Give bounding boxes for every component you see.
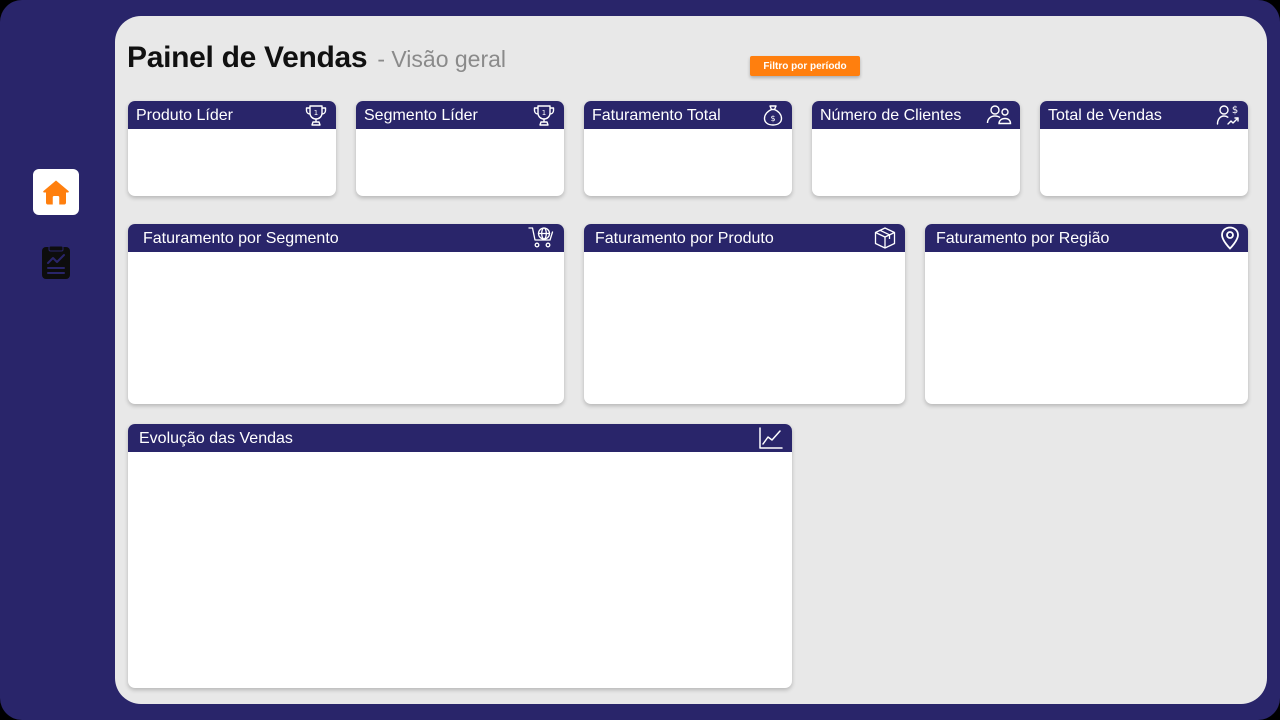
nav-home-button[interactable] bbox=[33, 169, 79, 215]
kpi-card-produto-lider: Produto Líder 1 bbox=[128, 101, 336, 196]
app-frame: Painel de Vendas - Visão geral Filtro po… bbox=[0, 0, 1280, 720]
card-body bbox=[584, 129, 792, 196]
trophy-icon: 1 bbox=[533, 105, 555, 126]
card-body bbox=[925, 252, 1248, 404]
card-title: Produto Líder bbox=[136, 107, 233, 124]
card-title: Faturamento Total bbox=[592, 107, 721, 124]
card-body bbox=[128, 129, 336, 196]
svg-text:1: 1 bbox=[542, 109, 546, 117]
trophy-icon: 1 bbox=[305, 105, 327, 126]
kpi-card-total-vendas: Total de Vendas $ bbox=[1040, 101, 1248, 196]
card-title: Número de Clientes bbox=[820, 107, 962, 124]
page-title: Painel de Vendas bbox=[127, 41, 368, 74]
page-header: Painel de Vendas - Visão geral bbox=[127, 41, 506, 75]
location-pin-icon bbox=[1221, 226, 1239, 250]
home-icon bbox=[43, 180, 69, 205]
card-title: Faturamento por Segmento bbox=[143, 230, 339, 247]
card-title: Faturamento por Produto bbox=[595, 230, 774, 247]
card-header: Segmento Líder 1 bbox=[356, 101, 564, 129]
money-bag-icon: $ bbox=[763, 105, 783, 126]
panel-faturamento-regiao: Faturamento por Região bbox=[925, 224, 1248, 404]
panel-evolucao-vendas: Evolução das Vendas bbox=[128, 424, 792, 688]
cart-globe-icon bbox=[528, 227, 554, 248]
kpi-card-segmento-lider: Segmento Líder 1 bbox=[356, 101, 564, 196]
card-header: Número de Clientes bbox=[812, 101, 1020, 129]
report-canvas: Painel de Vendas - Visão geral Filtro po… bbox=[115, 16, 1267, 704]
package-icon bbox=[874, 227, 896, 249]
report-icon bbox=[42, 246, 70, 279]
nav-report-button[interactable] bbox=[36, 243, 76, 283]
line-chart-icon bbox=[759, 427, 783, 449]
card-header: Total de Vendas $ bbox=[1040, 101, 1248, 129]
card-body bbox=[584, 252, 905, 404]
card-body bbox=[128, 252, 564, 404]
page-subtitle: - Visão geral bbox=[377, 46, 507, 72]
card-body bbox=[128, 452, 792, 688]
svg-text:$: $ bbox=[1232, 105, 1238, 116]
kpi-card-numero-clientes: Número de Clientes bbox=[812, 101, 1020, 196]
svg-text:$: $ bbox=[770, 114, 775, 123]
panel-faturamento-segmento: Faturamento por Segmento bbox=[128, 224, 564, 404]
card-title: Faturamento por Região bbox=[936, 230, 1110, 247]
card-header: Faturamento Total $ bbox=[584, 101, 792, 129]
card-header: Faturamento por Segmento bbox=[128, 224, 564, 252]
card-title: Total de Vendas bbox=[1048, 107, 1162, 124]
card-body bbox=[812, 129, 1020, 196]
card-header: Faturamento por Região bbox=[925, 224, 1248, 252]
card-body bbox=[1040, 129, 1248, 196]
card-title: Evolução das Vendas bbox=[139, 430, 293, 447]
period-filter-button[interactable]: Filtro por período bbox=[750, 56, 860, 76]
sales-trend-icon: $ bbox=[1216, 105, 1239, 125]
card-header: Produto Líder 1 bbox=[128, 101, 336, 129]
card-header: Faturamento por Produto bbox=[584, 224, 905, 252]
card-title: Segmento Líder bbox=[364, 107, 478, 124]
customers-icon bbox=[986, 105, 1012, 125]
kpi-card-faturamento-total: Faturamento Total $ bbox=[584, 101, 792, 196]
card-header: Evolução das Vendas bbox=[128, 424, 792, 452]
card-body bbox=[356, 129, 564, 196]
panel-faturamento-produto: Faturamento por Produto bbox=[584, 224, 905, 404]
svg-text:1: 1 bbox=[314, 109, 318, 117]
